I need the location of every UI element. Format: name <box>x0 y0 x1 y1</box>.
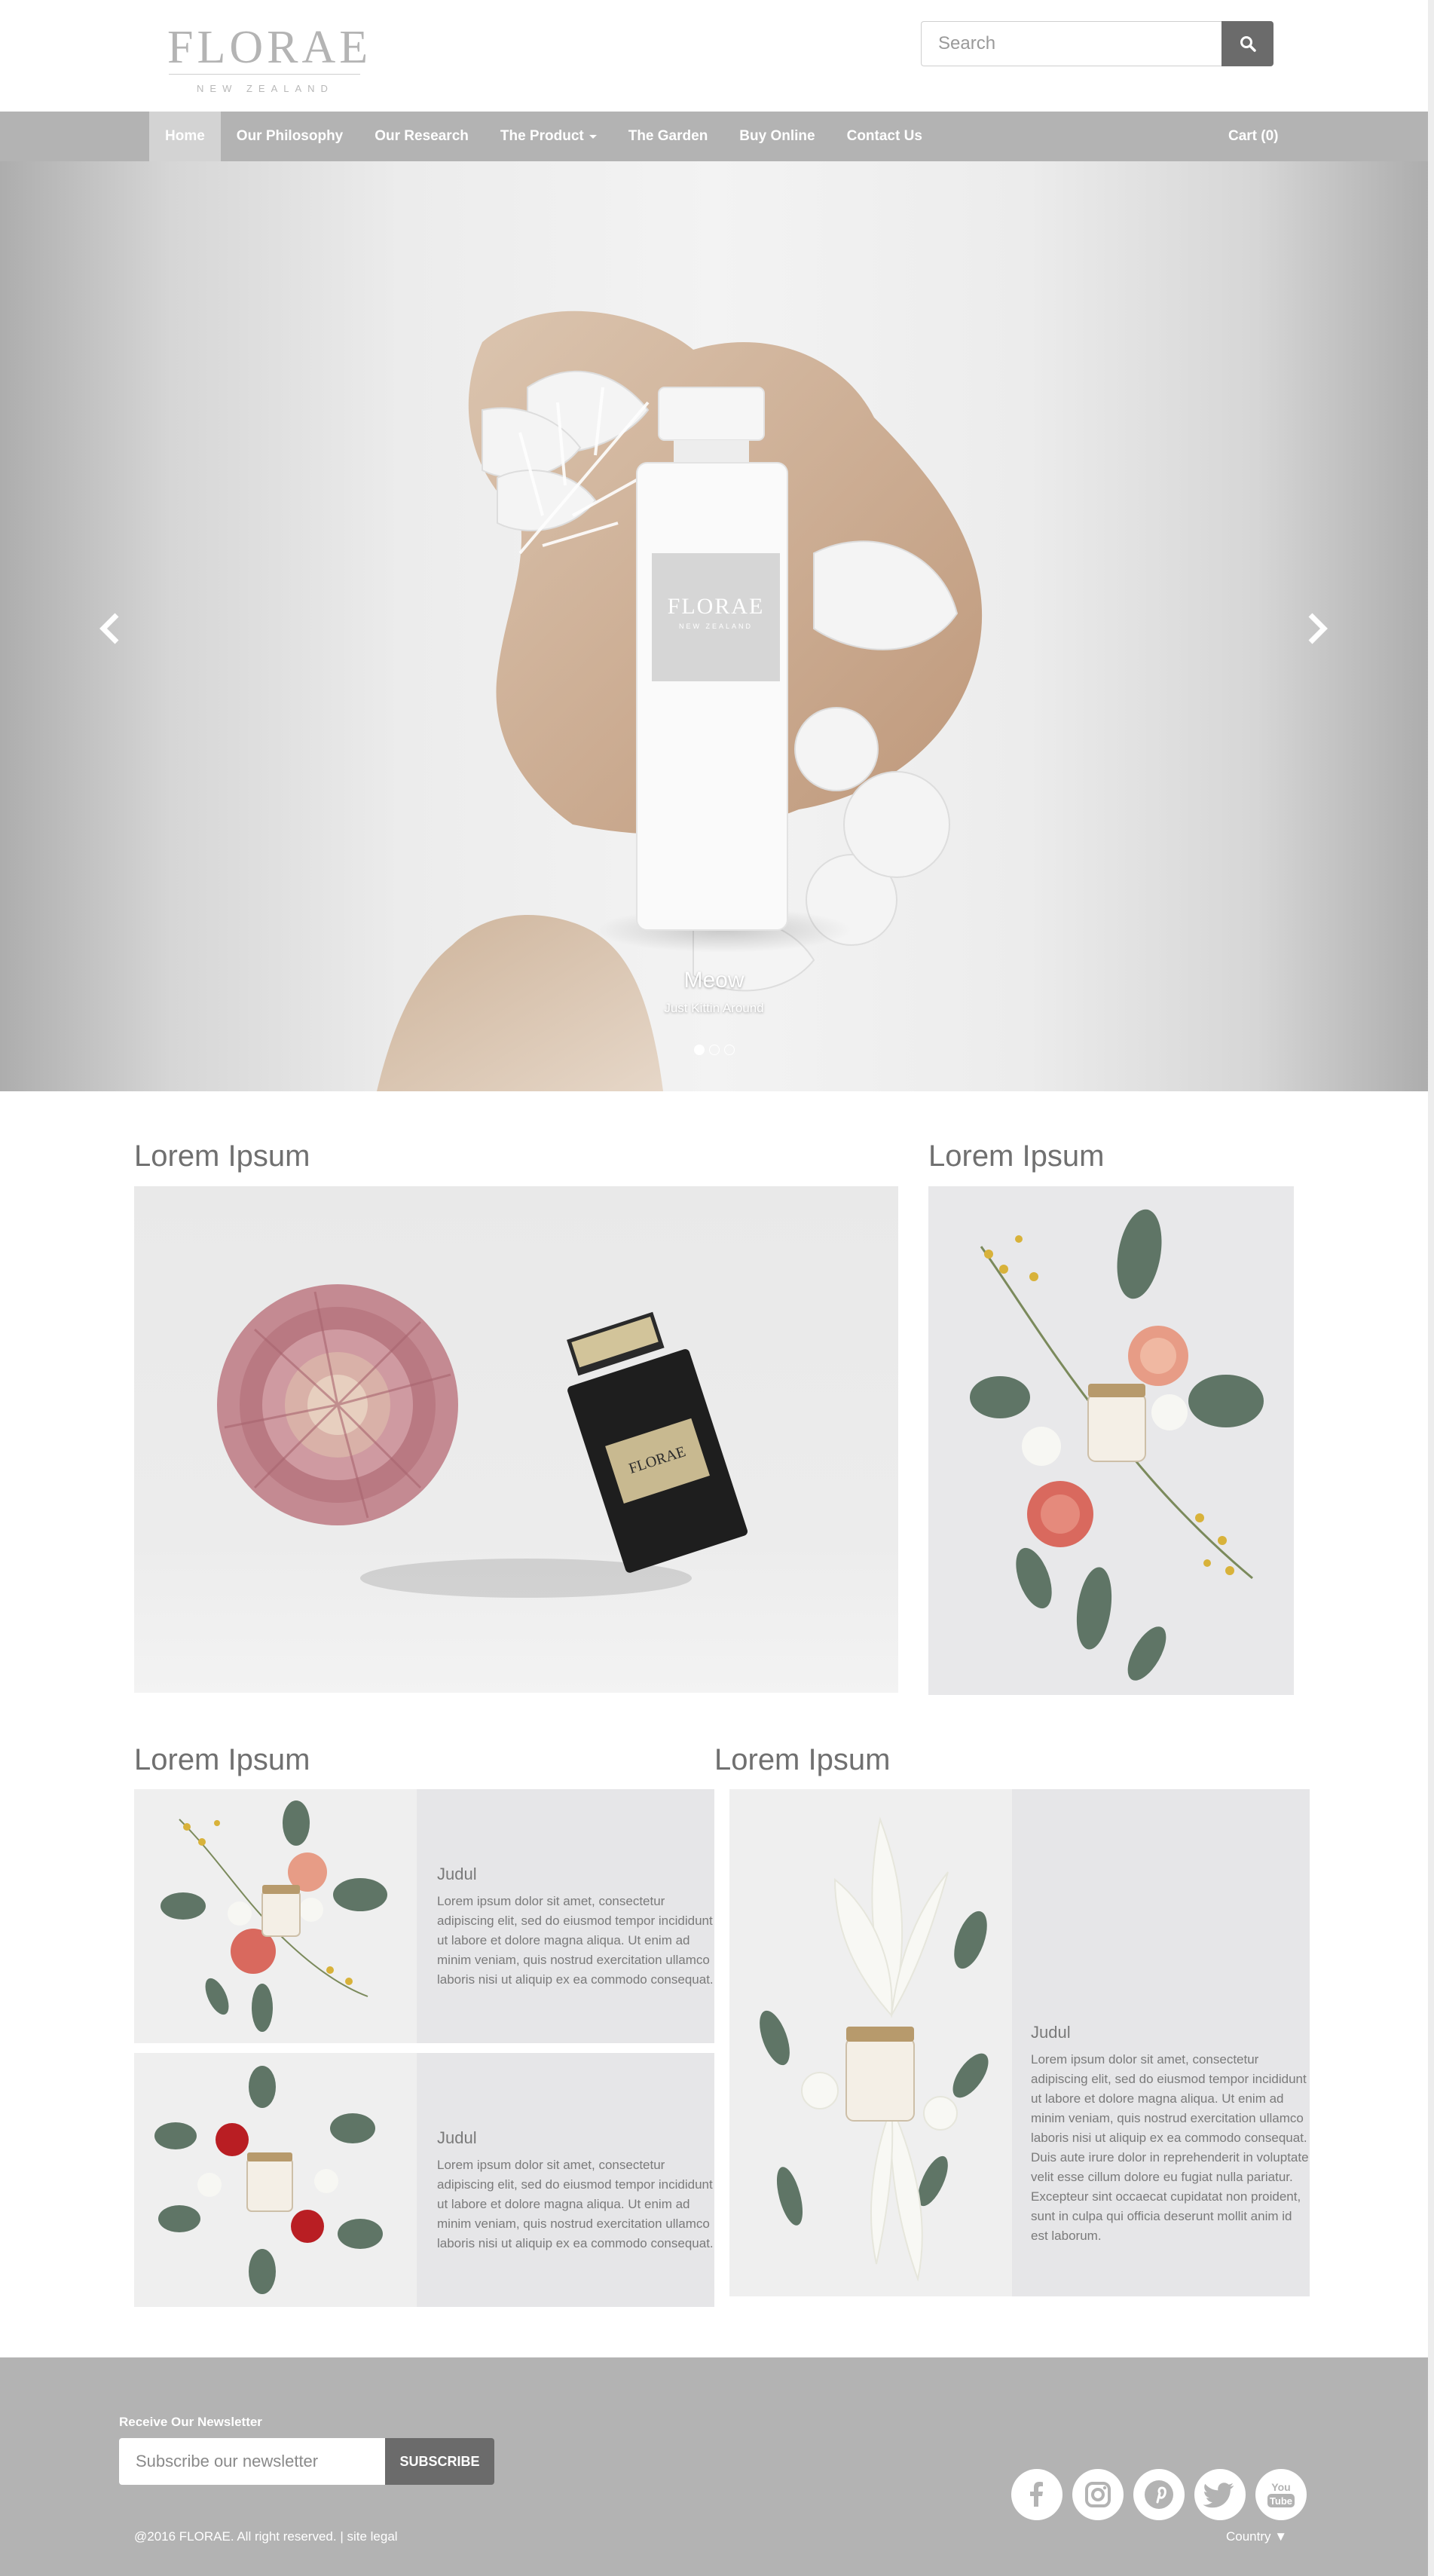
newsletter-email-input[interactable] <box>119 2438 385 2485</box>
copyright-text: @2016 FLORAE. All right reserved. | site… <box>134 2529 398 2544</box>
nav-item-the-garden[interactable]: The Garden <box>613 112 724 161</box>
hero-bottle-label: FLORAE <box>668 594 765 619</box>
carousel-indicator-3[interactable] <box>723 1045 735 1055</box>
flower-bottle-photo: FLORAE <box>217 1284 748 1598</box>
hero-product-image: FLORAE NEW ZEALAND <box>377 311 983 1091</box>
product-card-2-body: Lorem ipsum dolor sit amet, consectetur … <box>437 2158 714 2250</box>
product-card-2[interactable]: Judul Lorem ipsum dolor sit amet, consec… <box>134 2053 714 2307</box>
carousel-caption-subtitle: Just Kittin Around <box>664 1001 764 1015</box>
product-card-2-image <box>134 2053 417 2307</box>
carousel-caption: Meow Just Kittin Around <box>0 968 1428 1016</box>
carousel-next-button[interactable] <box>1295 606 1340 651</box>
product-card-1-body: Lorem ipsum dolor sit amet, consectetur … <box>437 1894 714 1987</box>
facebook-link[interactable] <box>1011 2469 1063 2520</box>
bottom-left-title: Lorem Ipsum <box>134 1743 310 1776</box>
brand-logo[interactable]: FLORAE NEW ZEALAND <box>167 22 372 94</box>
nav-list: Home Our Philosophy Our Research The Pro… <box>149 112 938 161</box>
nav-item-our-philosophy[interactable]: Our Philosophy <box>221 112 359 161</box>
caret-down-icon <box>589 134 597 139</box>
featured-image-flower-bottle[interactable]: FLORAE <box>134 1186 898 1693</box>
hero-bottle-sub: NEW ZEALAND <box>679 623 753 630</box>
page-scrollbar-track[interactable] <box>1428 0 1434 2576</box>
featured-image-candle[interactable] <box>928 1186 1294 1695</box>
candle-flatlay-photo <box>970 1209 1264 1681</box>
pinterest-link[interactable] <box>1133 2469 1185 2520</box>
newsletter-label: Receive Our Newsletter <box>119 2415 262 2429</box>
pinterest-icon <box>1145 2480 1173 2509</box>
product-card-1-image <box>134 1789 417 2043</box>
search-bar <box>921 21 1273 66</box>
search-icon <box>1240 36 1256 52</box>
instagram-icon <box>1085 2482 1111 2507</box>
product-card-3-heading: Judul <box>1031 2023 1071 2042</box>
chevron-right-icon <box>1308 613 1328 644</box>
search-input[interactable] <box>921 21 1222 66</box>
youtube-link[interactable]: You Tube <box>1255 2469 1307 2520</box>
carousel-indicators <box>0 1045 1428 1055</box>
product-card-2-heading: Judul <box>437 2128 477 2147</box>
subscribe-button[interactable]: SUBSCRIBE <box>385 2438 494 2485</box>
product-card-1-text: Judul Lorem ipsum dolor sit amet, consec… <box>437 1865 714 1990</box>
nav-item-the-product[interactable]: The Product <box>485 112 613 161</box>
site-header: FLORAE NEW ZEALAND <box>0 0 1428 112</box>
product-card-2-text: Judul Lorem ipsum dolor sit amet, consec… <box>437 2128 714 2253</box>
nav-item-contact-us[interactable]: Contact Us <box>831 112 938 161</box>
featured-right-title: Lorem Ipsum <box>928 1140 1105 1173</box>
search-button[interactable] <box>1221 21 1273 66</box>
carousel-indicator-1[interactable] <box>693 1045 705 1055</box>
logo-rule <box>169 74 360 75</box>
product-card-3-image <box>729 1789 1012 2296</box>
nav-item-home[interactable]: Home <box>149 112 221 161</box>
country-selector[interactable]: Country ▼ <box>1226 2529 1287 2544</box>
carousel-prev-button[interactable] <box>87 606 133 651</box>
nav-item-our-research[interactable]: Our Research <box>359 112 485 161</box>
product-card-3-text: Judul Lorem ipsum dolor sit amet, consec… <box>1031 2023 1310 2246</box>
cart-link[interactable]: Cart (0) <box>1228 112 1279 161</box>
nav-item-the-product-label: The Product <box>500 128 584 144</box>
site-footer: Receive Our Newsletter SUBSCRIBE You Tub… <box>0 2357 1428 2576</box>
chevron-left-icon <box>99 613 119 644</box>
twitter-link[interactable] <box>1194 2469 1246 2520</box>
product-card-3[interactable]: Judul Lorem ipsum dolor sit amet, consec… <box>729 1789 1310 2296</box>
hero-carousel: FLORAE NEW ZEALAND Meow Just Kittin Arou… <box>0 161 1428 1091</box>
twitter-icon <box>1203 2483 1234 2508</box>
bottom-right-title: Lorem Ipsum <box>714 1743 891 1776</box>
facebook-icon <box>1030 2482 1043 2507</box>
product-card-3-body: Lorem ipsum dolor sit amet, consectetur … <box>1031 2052 1309 2243</box>
main-navbar: Home Our Philosophy Our Research The Pro… <box>0 112 1428 161</box>
youtube-you-text: You <box>1271 2481 1290 2493</box>
featured-left-title: Lorem Ipsum <box>134 1140 310 1173</box>
youtube-tube-text: Tube <box>1270 2495 1292 2507</box>
brand-wordmark: FLORAE <box>167 22 372 73</box>
product-card-1-heading: Judul <box>437 1865 477 1883</box>
carousel-indicator-2[interactable] <box>708 1045 720 1055</box>
carousel-caption-title: Meow <box>683 968 745 993</box>
instagram-link[interactable] <box>1072 2469 1124 2520</box>
product-card-1[interactable]: Judul Lorem ipsum dolor sit amet, consec… <box>134 1789 714 2043</box>
brand-tagline: NEW ZEALAND <box>197 83 334 94</box>
youtube-icon: You Tube <box>1267 2481 1295 2507</box>
nav-item-buy-online[interactable]: Buy Online <box>723 112 830 161</box>
